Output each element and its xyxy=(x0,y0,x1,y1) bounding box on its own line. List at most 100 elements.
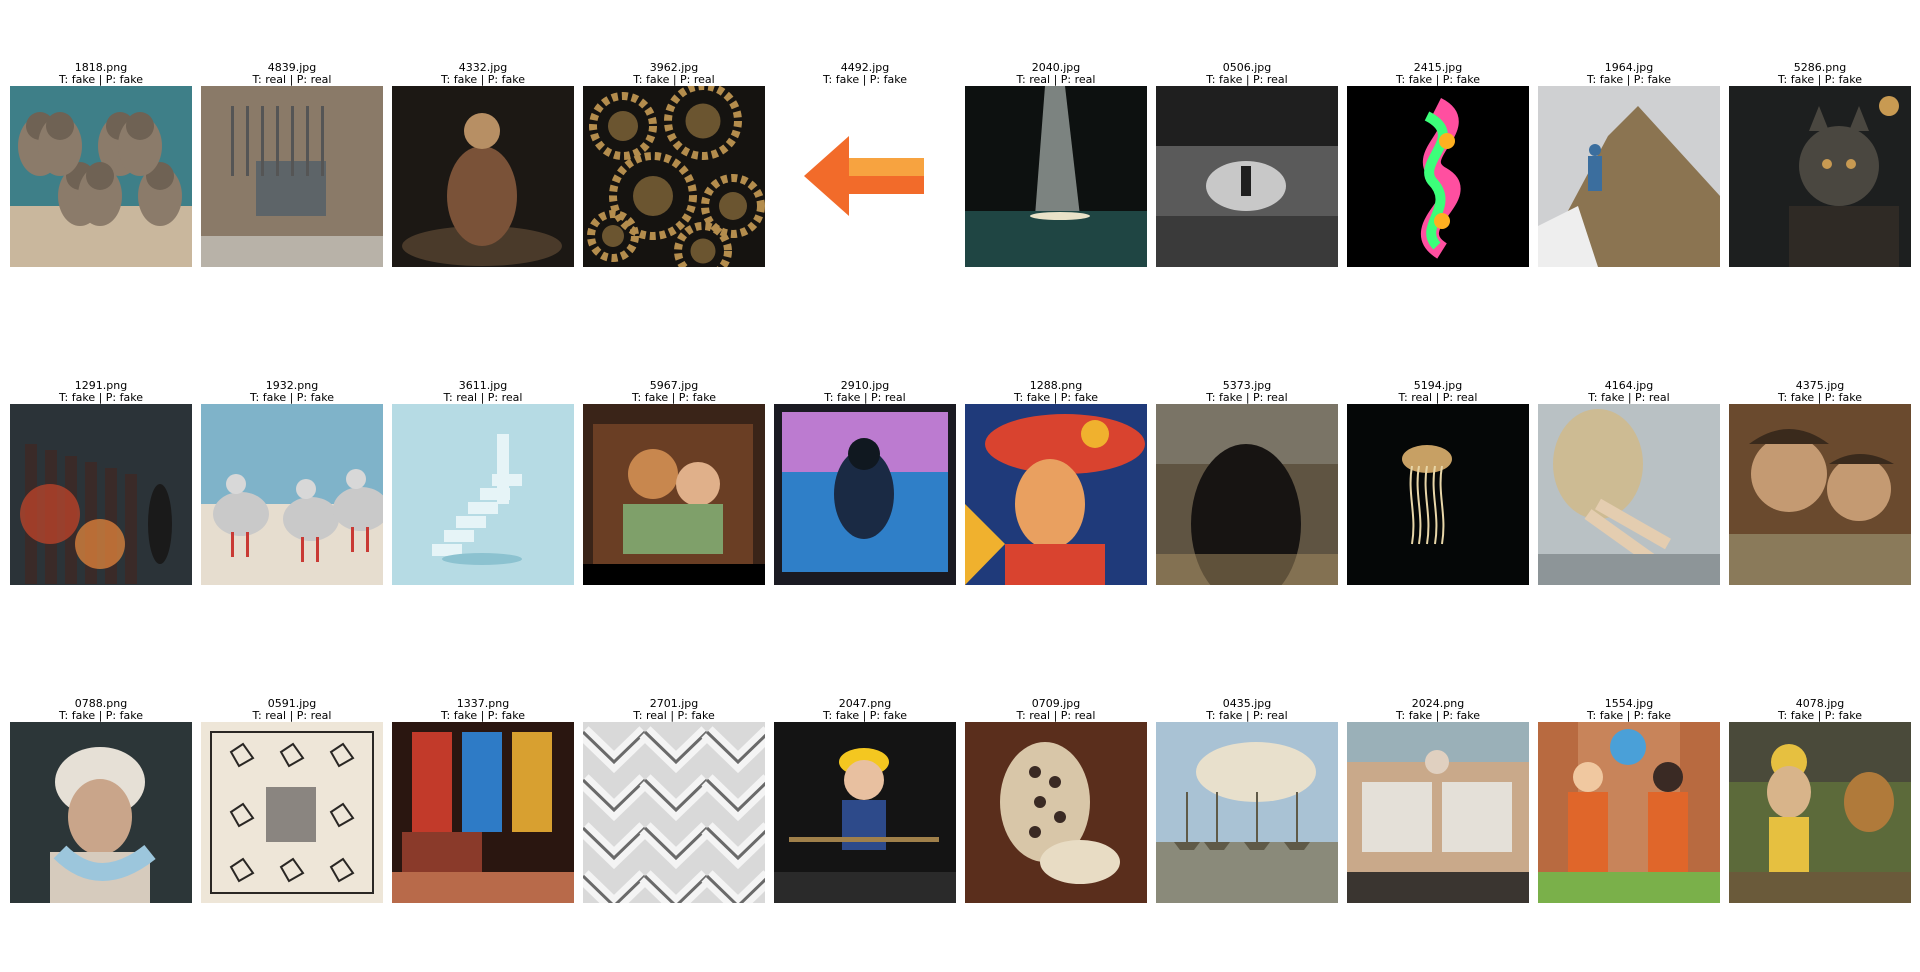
tile-image xyxy=(10,86,192,267)
tile-caption: 1337.png T: fake | P: fake xyxy=(392,698,574,722)
tile-label: T: fake | P: fake xyxy=(441,73,525,86)
tile-image xyxy=(583,722,765,903)
cartoon-handshake-thumbnail xyxy=(1538,722,1720,903)
tile-label: T: fake | P: fake xyxy=(1014,391,1098,404)
tile-label: T: fake | P: fake xyxy=(441,709,525,722)
cave-light-thumbnail xyxy=(965,86,1147,267)
image-tile: 4492.jpg T: fake | P: fake xyxy=(774,62,956,267)
tile-caption: 2024.png T: fake | P: fake xyxy=(1347,698,1529,722)
sketch-sheet-thumbnail xyxy=(201,722,383,903)
image-tile: 5286.png T: fake | P: fake xyxy=(1729,62,1911,267)
kneeling-person-thumbnail xyxy=(392,86,574,267)
tile-label: T: fake | P: real xyxy=(633,73,715,86)
tile-label: T: fake | P: real xyxy=(1206,73,1288,86)
tile-caption: 4332.jpg T: fake | P: fake xyxy=(392,62,574,86)
tile-caption: 1554.jpg T: fake | P: fake xyxy=(1538,698,1720,722)
tile-label: T: real | P: fake xyxy=(633,709,715,722)
burning-city-thumbnail xyxy=(10,404,192,585)
image-grid: 1818.png T: fake | P: fake 4839.jpg T: real… xyxy=(0,0,1920,972)
tile-label: T: fake | P: fake xyxy=(823,73,907,86)
tile-label: T: fake | P: fake xyxy=(1587,709,1671,722)
image-tile: 0506.jpg T: fake | P: real xyxy=(1156,62,1338,267)
image-tile: 4332.jpg T: fake | P: fake xyxy=(392,62,574,267)
tile-image xyxy=(201,86,383,267)
tile-image xyxy=(392,404,574,585)
image-tile: 2415.jpg T: fake | P: fake xyxy=(1347,62,1529,267)
tile-caption: 4839.jpg T: real | P: real xyxy=(201,62,383,86)
tile-image xyxy=(392,722,574,903)
image-tile: 2024.png T: fake | P: fake xyxy=(1347,698,1529,903)
tile-image xyxy=(1729,86,1911,267)
image-tile: 2910.jpg T: fake | P: real xyxy=(774,380,956,585)
tile-caption: 5286.png T: fake | P: fake xyxy=(1729,62,1911,86)
image-tile: 1932.png T: fake | P: fake xyxy=(201,380,383,585)
stained-glass-thumbnail xyxy=(392,722,574,903)
tile-label: T: fake | P: real xyxy=(824,391,906,404)
tile-caption: 4164.jpg T: fake | P: real xyxy=(1538,380,1720,404)
wall-panel-thumbnail xyxy=(201,86,383,267)
tile-caption: 4492.jpg T: fake | P: fake xyxy=(774,62,956,86)
tile-image xyxy=(1156,86,1338,267)
tile-caption: 0506.jpg T: fake | P: real xyxy=(1156,62,1338,86)
tile-image xyxy=(1156,722,1338,903)
image-tile: 2040.jpg T: real | P: real xyxy=(965,62,1147,267)
image-tile: 4375.jpg T: fake | P: fake xyxy=(1729,380,1911,585)
tile-label: T: fake | P: real xyxy=(1588,391,1670,404)
tile-label: T: fake | P: fake xyxy=(632,391,716,404)
tile-image xyxy=(965,404,1147,585)
tile-label: T: fake | P: real xyxy=(1206,391,1288,404)
tile-label: T: fake | P: fake xyxy=(1396,709,1480,722)
tile-caption: 4078.jpg T: fake | P: fake xyxy=(1729,698,1911,722)
image-tile: 1818.png T: fake | P: fake xyxy=(10,62,192,267)
image-tile: 5373.jpg T: fake | P: real xyxy=(1156,380,1338,585)
abstract-figure-thumbnail xyxy=(774,404,956,585)
tile-caption: 1288.png T: fake | P: fake xyxy=(965,380,1147,404)
tile-image xyxy=(965,722,1147,903)
tile-label: T: real | P: real xyxy=(1016,709,1096,722)
tile-caption: 5373.jpg T: fake | P: real xyxy=(1156,380,1338,404)
laughing-kids-thumbnail xyxy=(1729,404,1911,585)
tile-image xyxy=(10,722,192,903)
tile-caption: 1818.png T: fake | P: fake xyxy=(10,62,192,86)
tile-caption: 0591.jpg T: real | P: real xyxy=(201,698,383,722)
tile-caption: 1291.png T: fake | P: fake xyxy=(10,380,192,404)
image-tile: 0709.jpg T: real | P: real xyxy=(965,698,1147,903)
jellyfish-thumbnail xyxy=(1347,404,1529,585)
tile-label: T: fake | P: fake xyxy=(1778,709,1862,722)
tile-image xyxy=(1347,722,1529,903)
cat-portrait-thumbnail xyxy=(1729,86,1911,267)
tile-caption: 2910.jpg T: fake | P: real xyxy=(774,380,956,404)
tile-caption: 1932.png T: fake | P: fake xyxy=(201,380,383,404)
tile-image xyxy=(201,404,383,585)
tile-image xyxy=(774,404,956,585)
old-woman-thumbnail xyxy=(10,722,192,903)
image-tile: 1554.jpg T: fake | P: fake xyxy=(1538,698,1720,903)
still-life-thumbnail xyxy=(965,722,1147,903)
tile-label: T: fake | P: fake xyxy=(59,73,143,86)
seals-thumbnail xyxy=(10,86,192,267)
tile-label: T: fake | P: fake xyxy=(1778,73,1862,86)
bw-sea-thumbnail xyxy=(1156,86,1338,267)
tile-caption: 3962.jpg T: fake | P: real xyxy=(583,62,765,86)
image-tile: 2047.png T: fake | P: fake xyxy=(774,698,956,903)
tile-image xyxy=(1347,404,1529,585)
harbor-ships-thumbnail xyxy=(1156,722,1338,903)
tile-caption: 2047.png T: fake | P: fake xyxy=(774,698,956,722)
image-tile: 4839.jpg T: real | P: real xyxy=(201,62,383,267)
tile-image xyxy=(1156,404,1338,585)
tile-label: T: real | P: real xyxy=(443,391,523,404)
image-tile: 1288.png T: fake | P: fake xyxy=(965,380,1147,585)
image-tile: 3611.jpg T: real | P: real xyxy=(392,380,574,585)
tile-caption: 5967.jpg T: fake | P: fake xyxy=(583,380,765,404)
tile-label: T: fake | P: fake xyxy=(59,709,143,722)
legs-water-thumbnail xyxy=(1538,404,1720,585)
tile-image xyxy=(583,86,765,267)
tile-image xyxy=(1538,404,1720,585)
tile-image xyxy=(201,722,383,903)
long-hair-thumbnail xyxy=(1156,404,1338,585)
tile-caption: 2040.jpg T: real | P: real xyxy=(965,62,1147,86)
tile-label: T: fake | P: fake xyxy=(1778,391,1862,404)
tile-caption: 4375.jpg T: fake | P: fake xyxy=(1729,380,1911,404)
tile-caption: 2415.jpg T: fake | P: fake xyxy=(1347,62,1529,86)
dogs-workers-thumbnail xyxy=(1729,722,1911,903)
